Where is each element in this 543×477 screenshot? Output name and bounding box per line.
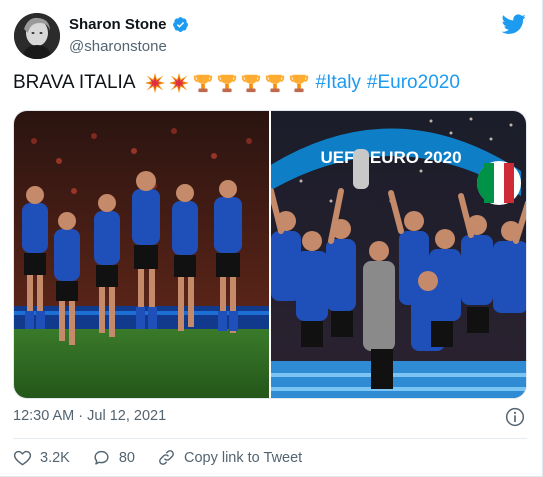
tweet-card: Sharon Stone @sharonstone BRAVA ITALIA #… [0,0,543,477]
collision-emoji [168,72,189,94]
tweet-actions: 3.2K 80 Copy link to Tweet [13,448,324,467]
author-name-row[interactable]: Sharon Stone [69,16,189,33]
tweet-timestamp[interactable]: 12:30 AM · Jul 12, 2021 [13,408,166,424]
avatar[interactable] [14,13,60,59]
avatar-image [14,13,60,59]
media-photo-players[interactable] [14,111,269,399]
heart-icon [13,450,32,466]
link-icon [159,450,174,465]
hashtag-italy[interactable]: #Italy [316,72,361,94]
reply-count: 80 [118,449,135,466]
reply-button[interactable]: 80 [92,448,135,467]
info-icon[interactable] [505,407,525,427]
trophy-emoji [193,74,212,93]
copy-link-button[interactable]: Copy link to Tweet [157,448,302,467]
collision-emoji [144,72,165,94]
like-button[interactable]: 3.2K [13,448,70,467]
author-name[interactable]: Sharon Stone [69,16,167,33]
copy-link-label: Copy link to Tweet [183,449,303,466]
like-count: 3.2K [40,449,70,466]
tweet-text: BRAVA ITALIA #Italy #Euro2020 [13,72,460,94]
author-handle[interactable]: @sharonstone [69,38,167,55]
tweet-media[interactable]: UEFA EURO 2020 [13,110,527,399]
trophy-emoji [217,74,236,93]
verified-badge-icon [172,17,188,32]
divider [13,438,527,439]
euro-banner-text: UEFA EURO 2020 [320,148,461,167]
trophy-emoji [265,74,284,93]
reply-icon [94,450,109,465]
hashtag-euro2020[interactable]: #Euro2020 [367,72,460,94]
trophy-emoji [241,74,260,93]
twitter-bird-icon[interactable] [502,12,526,36]
tweet-body: BRAVA ITALIA [13,72,136,93]
trophy-emoji [289,74,308,93]
media-photo-celebration[interactable]: UEFA EURO 2020 [271,111,527,399]
